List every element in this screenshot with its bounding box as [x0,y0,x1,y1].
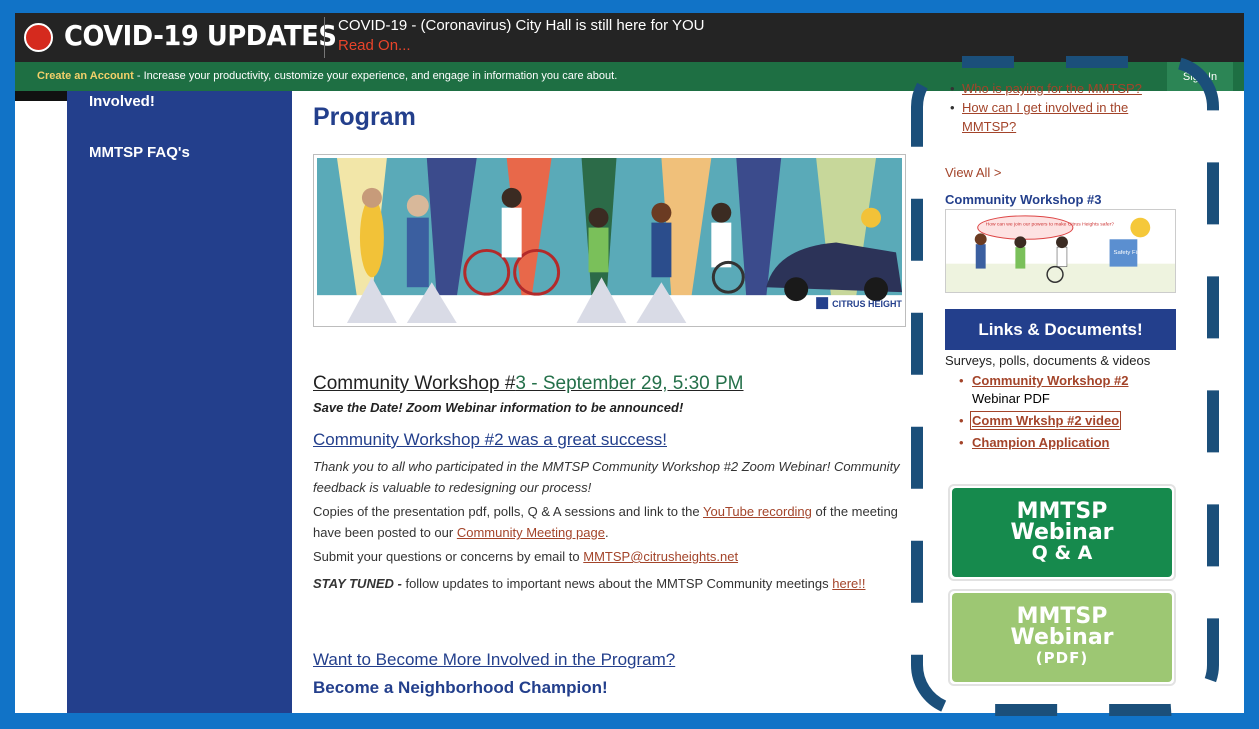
dark-tab [15,91,67,101]
read-on-link[interactable]: Read On... [338,37,411,54]
list-item: How can I get involved in the MMTSP? [945,98,1175,136]
account-message: Create an Account - Increase your produc… [37,70,617,82]
list-item: Community Workshop #2 Webinar PDF [955,372,1177,408]
faq-link-paying[interactable]: Who is paying for the MMTSP? [962,81,1142,96]
safety-sign-text: Safety First [1114,250,1144,256]
list-item: Champion Application [955,434,1177,452]
more-involved-link[interactable]: Want to Become More Involved in the Prog… [313,650,675,670]
superhero-banner-illustration: CITRUS HEIGHTS [317,158,902,323]
champion-application-link[interactable]: Champion Application [972,435,1109,450]
qa-line2: Webinar [1010,520,1114,545]
page-title: Program [313,103,416,131]
covid-message: COVID-19 - (Coronavirus) City Hall is st… [338,17,705,34]
pdf-line1: MMTSP [1016,604,1108,629]
right-column: Who is paying for the MMTSP? How can I g… [945,79,1177,713]
here-link[interactable]: here!! [832,576,865,591]
banner-logo: CITRUS HEIGHTS [832,299,902,309]
youtube-recording-link[interactable]: YouTube recording [703,504,812,519]
save-date-text: Save the Date! Zoom Webinar information … [313,400,684,415]
workshop3-title: Community Workshop #3 [945,192,1102,207]
stay-tuned-paragraph: STAY TUNED - follow updates to important… [313,576,866,591]
view-all-link[interactable]: View All > [945,165,1002,180]
qa-line1: MMTSP [1016,499,1108,524]
faq-list: Who is paying for the MMTSP? How can I g… [945,79,1175,136]
workshop3-heading: Community Workshop #3 - September 29, 5:… [313,373,744,394]
workshop2-video-link[interactable]: Comm Wrkshp #2 video [969,411,1122,430]
copies-paragraph: Copies of the presentation pdf, polls, Q… [313,504,898,540]
alert-dot-icon [24,23,53,52]
sign-in-button[interactable]: Sign In [1167,62,1233,91]
workshop2-success-link[interactable]: Community Workshop #2 was a great succes… [313,430,667,450]
links-documents-heading: Links & Documents! [945,309,1176,350]
sidebar-item-faq[interactable]: MMTSP FAQ's [89,144,190,161]
create-account-link[interactable]: Create an Account [37,70,134,82]
browser-page: COVID-19 UPDATES COVID-19 - (Coronavirus… [15,13,1244,713]
pdf-line3: (PDF) [1035,649,1089,667]
thanks-paragraph: Thank you to all who participated in the… [313,459,900,495]
list-item: Who is paying for the MMTSP? [945,79,1175,98]
faq-link-involved[interactable]: How can I get involved in the MMTSP? [962,100,1128,134]
sidebar-item-involved[interactable]: Involved! [89,93,155,110]
documents-list: Community Workshop #2 Webinar PDF Comm Wr… [955,372,1177,456]
webinar-qa-button[interactable]: MMTSP Webinar Q & A [948,484,1176,581]
sidebar: Involved! MMTSP FAQ's [67,91,292,713]
webinar-pdf-face: MMTSP Webinar (PDF) [952,593,1172,682]
divider [324,17,325,58]
bubble-text: How can we join our powers to make Citru… [986,222,1115,228]
account-description: - Increase your productivity, customize … [133,70,618,82]
workshop3-illustration: How can we join our powers to make Citru… [946,210,1175,292]
community-meeting-link[interactable]: Community Meeting page [457,525,605,540]
webinar-qa-face: MMTSP Webinar Q & A [952,488,1172,577]
list-item: Comm Wrkshp #2 video [955,411,1177,430]
banner-image: CITRUS HEIGHTS [313,154,906,327]
main-content: Program CITRUS HEIGHTS Community Worksho… [313,91,913,713]
covid-title: COVID-19 UPDATES [64,19,337,52]
workshop3-image[interactable]: How can we join our powers to make Citru… [945,209,1176,293]
covid-banner: COVID-19 UPDATES COVID-19 - (Coronavirus… [15,13,1244,62]
doc-suffix: Webinar PDF [972,391,1050,406]
qa-line3: Q & A [1031,542,1093,564]
champion-heading: Become a Neighborhood Champion! [313,678,608,697]
webinar-pdf-button[interactable]: MMTSP Webinar (PDF) [948,589,1176,686]
workshop2-pdf-link[interactable]: Community Workshop #2 [972,373,1129,388]
submit-paragraph: Submit your questions or concerns by ema… [313,549,739,564]
email-link[interactable]: MMTSP@citrusheights.net [583,549,738,564]
links-subtitle: Surveys, polls, documents & videos [945,353,1151,368]
pdf-line2: Webinar [1010,625,1114,650]
